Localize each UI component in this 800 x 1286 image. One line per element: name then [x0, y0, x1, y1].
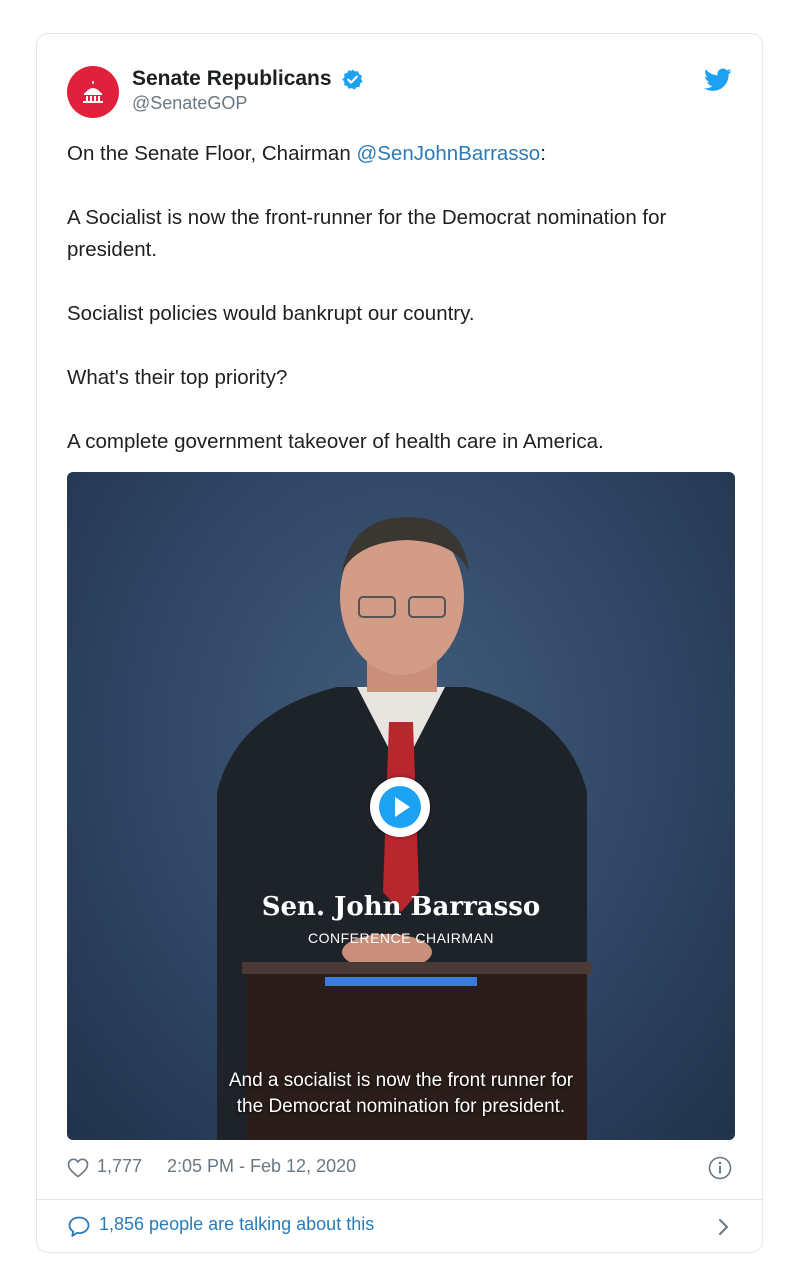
tweet-paragraph-1: On the Senate Floor, Chairman @SenJohnBa… — [67, 138, 737, 170]
video-caption: And a socialist is now the front runner … — [67, 1068, 735, 1120]
lower-third-title: CONFERENCE CHAIRMAN — [307, 930, 495, 946]
tweet-line1-prefix: On the Senate Floor, Chairman — [67, 142, 357, 165]
tweet-paragraph-2: A Socialist is now the front-runner for … — [67, 206, 667, 261]
account-handle[interactable]: @SenateGOP — [132, 93, 364, 114]
conversation-link[interactable]: 1,856 people are talking about this — [67, 1214, 732, 1240]
display-name[interactable]: Senate Republicans — [132, 67, 332, 91]
twitter-bird-icon[interactable] — [704, 68, 732, 92]
lower-third-accent-bar — [325, 977, 477, 986]
heart-icon[interactable] — [67, 1158, 89, 1178]
tweet-timestamp[interactable]: 2:05 PM - Feb 12, 2020 — [167, 1156, 356, 1177]
info-icon[interactable] — [708, 1156, 732, 1180]
lower-third-name: Sen. John Barrasso — [261, 892, 541, 922]
talking-count-label[interactable]: 1,856 people are talking about this — [99, 1214, 374, 1235]
capitol-dome-icon — [83, 81, 103, 103]
chevron-right-icon[interactable] — [716, 1215, 732, 1239]
play-button[interactable] — [370, 777, 430, 837]
play-icon — [379, 786, 421, 828]
account-name-block[interactable]: Senate Republicans @SenateGOP — [132, 67, 364, 114]
avatar[interactable] — [67, 66, 119, 118]
tweet-paragraph-5: A complete government takeover of health… — [67, 430, 604, 453]
verified-badge-icon — [342, 68, 363, 90]
tweet-paragraph-4: What's their top priority? — [67, 366, 288, 389]
mention-link[interactable]: @SenJohnBarrasso — [356, 142, 540, 165]
footer-divider — [37, 1199, 762, 1200]
tweet-meta: 1,777 2:05 PM - Feb 12, 2020 — [67, 1156, 732, 1182]
caption-line-1: And a socialist is now the front runner … — [228, 1070, 574, 1091]
tweet-line1-suffix: : — [540, 142, 546, 165]
tweet-embed-card: Senate Republicans @SenateGOP On the Sen… — [36, 33, 763, 1253]
caption-line-2: the Democrat nomination for president. — [236, 1096, 566, 1117]
tweet-header: Senate Republicans @SenateGOP — [67, 66, 732, 118]
speech-bubble-icon — [68, 1216, 90, 1237]
tweet-paragraph-3: Socialist policies would bankrupt our co… — [67, 302, 475, 325]
like-count[interactable]: 1,777 — [97, 1156, 142, 1177]
tweet-text: On the Senate Floor, Chairman @SenJohnBa… — [67, 138, 737, 490]
video-player[interactable]: Sen. John Barrasso CONFERENCE CHAIRMAN A… — [67, 472, 735, 1140]
